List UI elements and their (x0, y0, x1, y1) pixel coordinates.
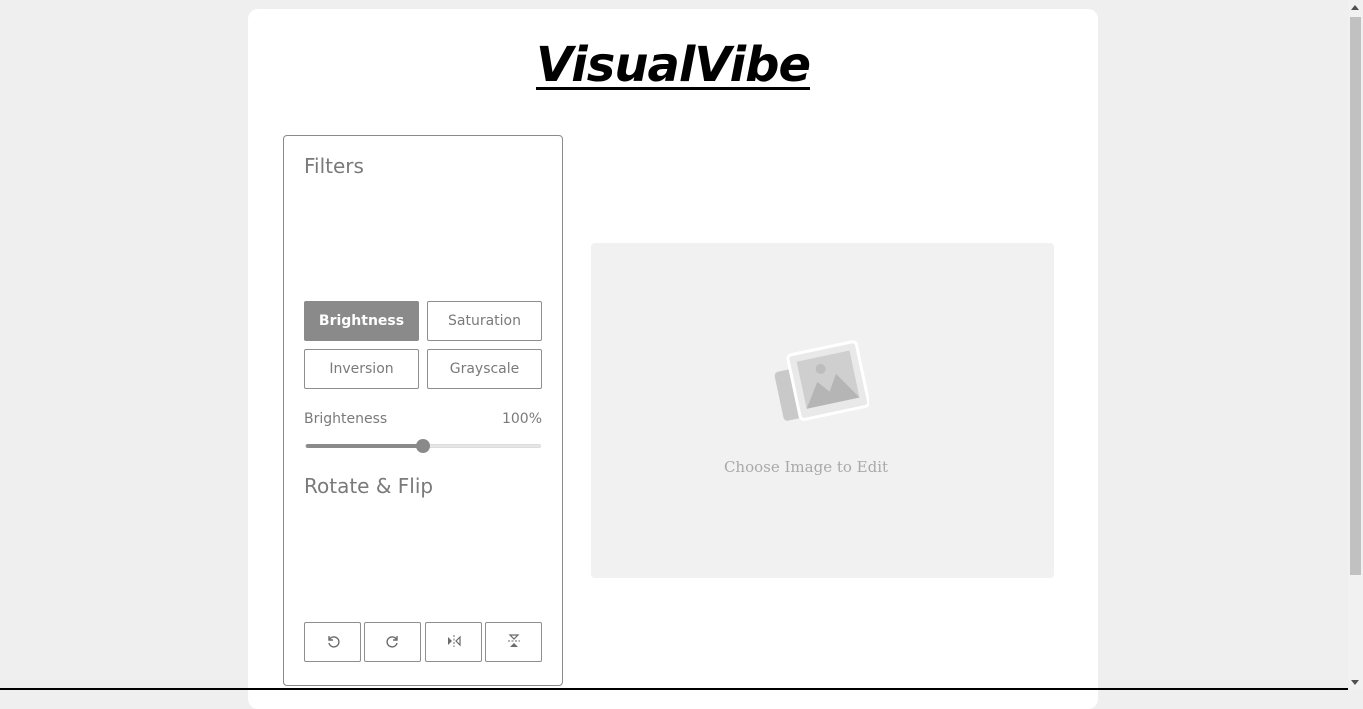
rotate-flip-title: Rotate & Flip (304, 474, 434, 498)
controls-panel: Filters Brightness Saturation Inversion … (283, 135, 563, 686)
rotate-left-button[interactable] (304, 622, 361, 662)
brightness-slider[interactable] (305, 439, 541, 453)
flip-vertical-icon (506, 633, 522, 652)
scroll-thumb[interactable] (1350, 17, 1361, 575)
vertical-scrollbar[interactable] (1348, 0, 1363, 690)
slider-value: 100% (501, 411, 542, 427)
rotate-left-icon (325, 633, 341, 652)
placeholder-text: Choose Image to Edit (723, 458, 889, 476)
grayscale-button[interactable]: Grayscale (427, 349, 542, 389)
scroll-up-icon[interactable] (1351, 5, 1359, 10)
flip-horizontal-icon (446, 633, 462, 652)
image-preview-area[interactable]: Choose Image to Edit (591, 243, 1054, 578)
scroll-down-icon[interactable] (1351, 680, 1359, 685)
filters-title: Filters (304, 154, 364, 178)
rotate-right-button[interactable] (364, 622, 421, 662)
slider-fill (306, 444, 423, 448)
app-title: VisualVibe (535, 37, 811, 93)
brightness-button[interactable]: Brightness (304, 301, 419, 341)
slider-thumb[interactable] (416, 439, 430, 453)
saturation-button[interactable]: Saturation (427, 301, 542, 341)
image-placeholder-icon (773, 339, 871, 433)
editor-card: VisualVibe Filters Brightness Saturation… (248, 9, 1098, 709)
rotate-right-icon (385, 633, 401, 652)
flip-horizontal-button[interactable] (425, 622, 482, 662)
slider-label: Brighteness (304, 411, 388, 427)
inversion-button[interactable]: Inversion (304, 349, 419, 389)
flip-vertical-button[interactable] (485, 622, 542, 662)
